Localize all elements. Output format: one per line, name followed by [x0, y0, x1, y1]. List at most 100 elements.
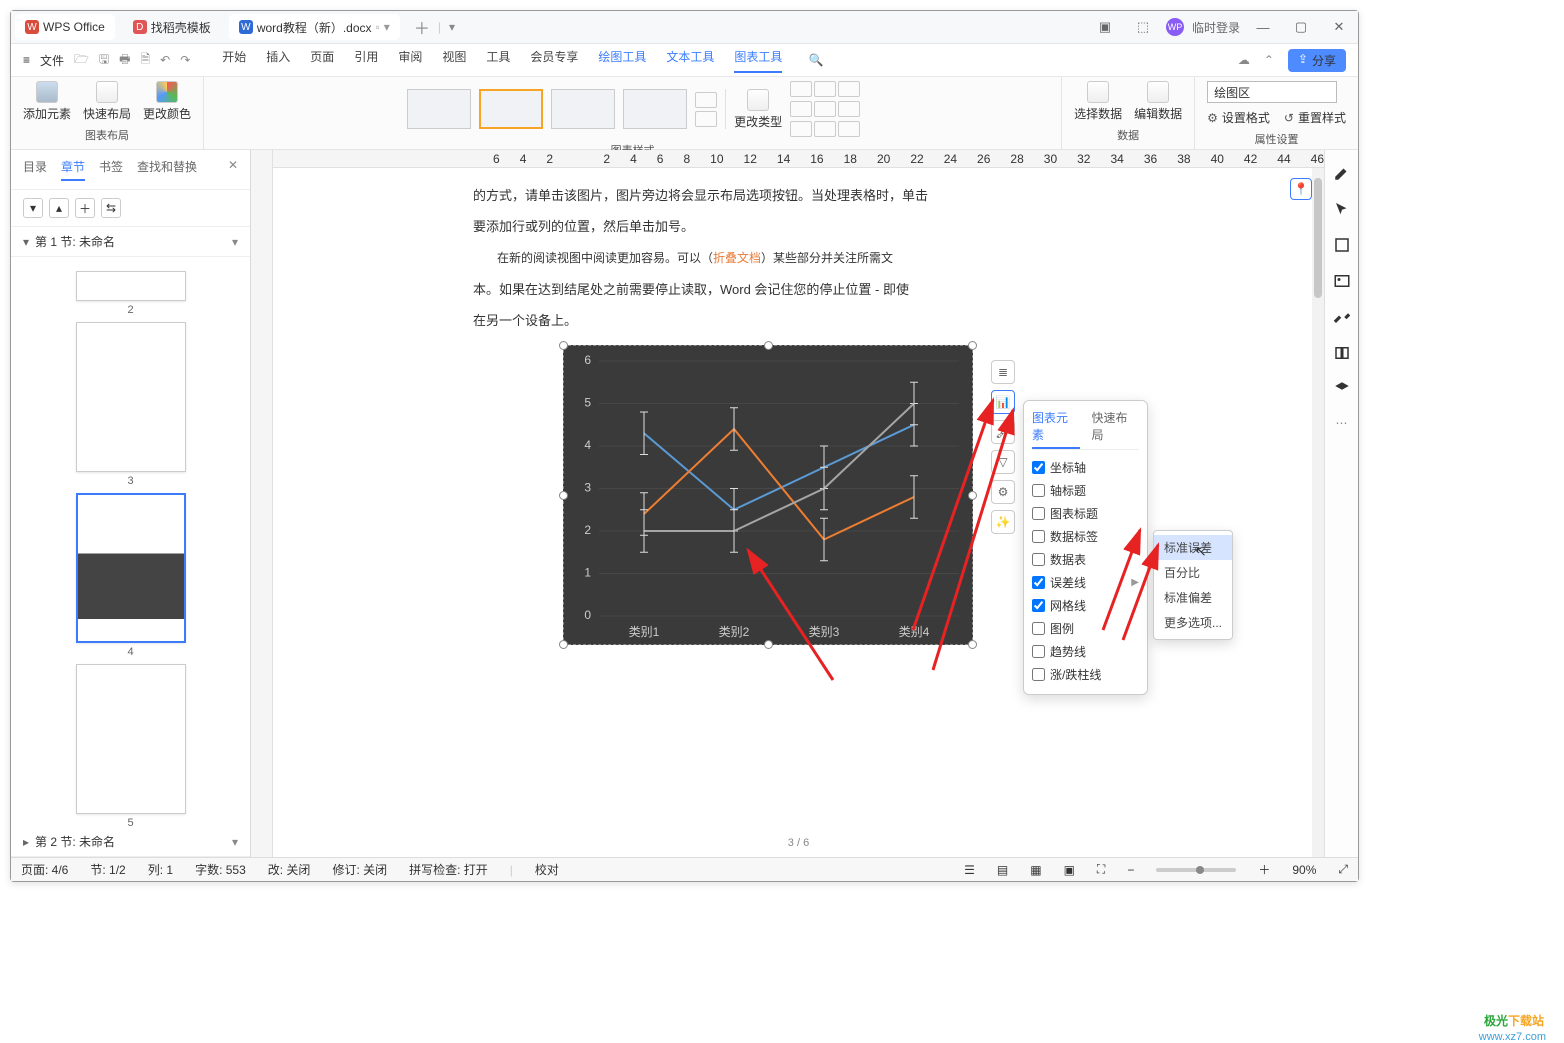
tab-menu-icon[interactable]: ▫	[376, 20, 380, 34]
menu-review[interactable]: 审阅	[398, 48, 422, 73]
close-window-icon[interactable]: ✕	[1324, 19, 1354, 35]
pen-icon[interactable]	[1333, 164, 1351, 182]
menu-ref[interactable]: 引用	[354, 48, 378, 73]
style-thumb-selected[interactable]	[479, 89, 543, 129]
page-thumb[interactable]: 2	[76, 271, 186, 316]
search-icon[interactable]: 🔍	[808, 53, 823, 67]
submenu-item[interactable]: 百分比	[1154, 560, 1232, 585]
menu-chart[interactable]: 图表工具	[734, 48, 782, 73]
book-icon[interactable]	[1333, 344, 1351, 362]
chart-brush-icon[interactable]: 🖌	[991, 420, 1015, 444]
resize-handle[interactable]	[559, 341, 568, 350]
mini-btn[interactable]	[790, 81, 812, 97]
chart-element-item[interactable]: 误差线▶	[1032, 571, 1139, 594]
collapse-ribbon-icon[interactable]: ⌃	[1264, 53, 1274, 67]
chart-elements-icon[interactable]: 📊	[991, 390, 1015, 414]
resize-handle[interactable]	[968, 640, 977, 649]
mini-btn[interactable]	[838, 81, 860, 97]
submenu-item[interactable]: 标准偏差	[1154, 585, 1232, 610]
minimize-icon[interactable]: —	[1248, 20, 1278, 35]
status-track[interactable]: 改: 关闭	[268, 861, 311, 878]
view-icon[interactable]: ▦	[1030, 863, 1041, 877]
hamburger-icon[interactable]: ≡	[23, 53, 30, 67]
resize-handle[interactable]	[559, 640, 568, 649]
resize-handle[interactable]	[559, 491, 568, 500]
menu-text[interactable]: 文本工具	[666, 48, 714, 73]
format-button[interactable]: ⚙设置格式	[1207, 109, 1270, 126]
page-thumb[interactable]: 3	[76, 322, 186, 487]
undo-icon[interactable]: ↶	[160, 53, 170, 67]
nav-marker-icon[interactable]: 📍	[1290, 178, 1312, 200]
section-row[interactable]: ▸第 2 节: 未命名▾	[11, 827, 250, 857]
cube-icon[interactable]: ⬚	[1128, 19, 1158, 35]
expand-icon[interactable]: ⤢	[1338, 862, 1348, 877]
tool-btn[interactable]: ▾	[23, 198, 43, 218]
resize-handle[interactable]	[764, 640, 773, 649]
zoom-in-icon[interactable]: ＋	[1258, 861, 1270, 878]
select-data-button[interactable]: 选择数据	[1074, 81, 1122, 122]
chart-element-item[interactable]: 数据标签	[1032, 525, 1139, 548]
menu-vip[interactable]: 会员专享	[530, 48, 578, 73]
mini-btn[interactable]	[814, 101, 836, 117]
chart-element-item[interactable]: 涨/跌柱线	[1032, 663, 1139, 686]
resize-handle[interactable]	[968, 341, 977, 350]
resize-handle[interactable]	[968, 491, 977, 500]
tab-toc[interactable]: 目录	[23, 158, 47, 181]
status-spell[interactable]: 拼写检查: 打开	[409, 861, 488, 878]
cloud-icon[interactable]: ☁	[1238, 53, 1250, 67]
link[interactable]: 折叠文档	[713, 251, 761, 265]
scrollbar-thumb[interactable]	[1314, 178, 1322, 298]
style-thumb[interactable]	[623, 89, 687, 129]
view-icon[interactable]: ▣	[1064, 863, 1075, 877]
tab-bookmark[interactable]: 书签	[99, 158, 123, 181]
submenu-item[interactable]: 标准误差	[1154, 535, 1232, 560]
scrollbar[interactable]	[1312, 168, 1324, 857]
gallery-up-icon[interactable]	[695, 92, 717, 108]
menu-page[interactable]: 页面	[310, 48, 334, 73]
chart-element-item[interactable]: 图例	[1032, 617, 1139, 640]
style-thumb[interactable]	[407, 89, 471, 129]
menu-view[interactable]: 视图	[442, 48, 466, 73]
menu-start[interactable]: 开始	[222, 48, 246, 73]
tab-find[interactable]: 查找和替换	[137, 158, 197, 181]
fit-icon[interactable]: ⛶	[1097, 862, 1105, 877]
mini-btn[interactable]	[814, 121, 836, 137]
tool-btn[interactable]: ⇆	[101, 198, 121, 218]
menu-draw[interactable]: 绘图工具	[598, 48, 646, 73]
status-words[interactable]: 字数: 553	[195, 861, 246, 878]
save-icon[interactable]: 🖫	[99, 50, 109, 71]
page-thumb[interactable]: 4	[76, 493, 186, 658]
reset-button[interactable]: ↺重置样式	[1284, 109, 1346, 126]
tools-icon[interactable]	[1333, 308, 1351, 326]
zoom-slider[interactable]	[1156, 868, 1236, 872]
chart-settings-icon[interactable]: ⚙	[991, 480, 1015, 504]
chart-element-item[interactable]: 趋势线	[1032, 640, 1139, 663]
mini-btn[interactable]	[838, 121, 860, 137]
tab-menu[interactable]: ▾	[449, 20, 455, 34]
login-label[interactable]: 临时登录	[1192, 19, 1240, 36]
layers-icon[interactable]	[1333, 380, 1351, 398]
chart-object[interactable]: 0123456类别1类别2类别3类别4	[563, 345, 973, 645]
mini-btn[interactable]	[814, 81, 836, 97]
mini-btn[interactable]	[790, 121, 812, 137]
preview-icon[interactable]: 🗎	[140, 50, 150, 71]
template-tab[interactable]: D找稻壳模板	[123, 14, 221, 40]
zoom-out-icon[interactable]: −	[1127, 863, 1134, 877]
status-col[interactable]: 列: 1	[148, 861, 173, 878]
edit-data-button[interactable]: 编辑数据	[1134, 81, 1182, 122]
chart-element-item[interactable]: 数据表	[1032, 548, 1139, 571]
chart-element-item[interactable]: 坐标轴	[1032, 456, 1139, 479]
select-icon[interactable]	[1333, 236, 1351, 254]
submenu-item[interactable]: 更多选项...	[1154, 610, 1232, 635]
chart-element-item[interactable]: 轴标题	[1032, 479, 1139, 502]
new-tab-button[interactable]: ＋	[414, 15, 430, 39]
view-icon[interactable]: ▤	[997, 863, 1008, 877]
chart-part-select[interactable]	[1207, 81, 1337, 103]
share-button[interactable]: ⇪ 分享	[1288, 49, 1346, 72]
status-sect[interactable]: 节: 1/2	[90, 861, 125, 878]
zoom-label[interactable]: 90%	[1292, 863, 1316, 877]
panel-tab-elements[interactable]: 图表元素	[1032, 409, 1080, 449]
close-icon[interactable]: ▾	[384, 20, 390, 34]
gallery-down-icon[interactable]	[695, 111, 717, 127]
menu-insert[interactable]: 插入	[266, 48, 290, 73]
